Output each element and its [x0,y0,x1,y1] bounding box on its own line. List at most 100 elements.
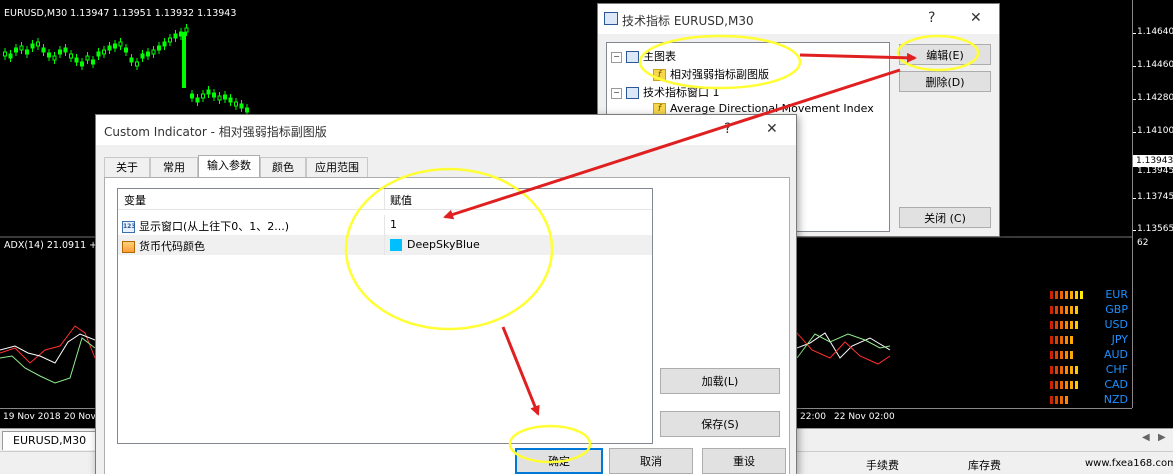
tree-node-main-chart[interactable]: − 主图表 [611,48,676,64]
candle [63,44,68,56]
ok-button[interactable]: 确定 [515,448,603,474]
strength-bar [1075,321,1078,329]
scroll-right-icon[interactable]: ▶ [1158,432,1166,443]
strength-bar [1065,321,1068,329]
tab-visualization[interactable]: 应用范围 [306,157,368,177]
time-label: 19 Nov 2018 [3,412,61,422]
close-icon[interactable]: ✕ [766,121,778,137]
candle [223,91,227,103]
cancel-button[interactable]: 取消 [609,448,693,474]
currency-label: GBP [1105,303,1128,316]
price-label: 1.14100 [1137,126,1173,136]
candle [118,38,123,50]
strength-bar [1060,366,1063,374]
strength-bar [1055,291,1058,299]
strength-bar [1065,396,1068,404]
strength-bar [1075,366,1078,374]
currency-row: USD [1050,318,1130,332]
tree-item-rsi-subwindow[interactable]: f 相对强弱指标副图版 [653,66,769,82]
candle [228,94,233,106]
column-header-value[interactable]: 赋值 [390,192,412,208]
candle [8,50,13,62]
candle [47,49,51,61]
price-axis[interactable]: 1.14640 1.14460 1.14280 1.14100 1.13945 … [1132,0,1173,408]
candle [182,32,186,88]
strength-bar [1050,321,1053,329]
load-button[interactable]: 加载(L) [660,368,780,394]
tab-about[interactable]: 关于 [104,157,150,177]
current-price-tag: 1.13943 [1133,155,1173,167]
swap-column-header[interactable]: 库存费 [968,457,1001,473]
tab-colors[interactable]: 颜色 [260,157,306,177]
strength-bar [1060,381,1063,389]
time-label: 22:00 [800,412,826,422]
param-value-input[interactable]: 1 [390,218,397,231]
custom-dialog-titlebar[interactable]: Custom Indicator - 相对强弱指标副图版 ? ✕ [96,115,796,145]
help-icon[interactable]: ? [724,121,731,137]
strength-bar [1070,381,1073,389]
strength-bar [1065,336,1068,344]
currency-row: AUD [1050,348,1130,362]
currency-label: AUD [1103,348,1128,361]
strength-bar [1075,306,1078,314]
currency-row: CAD [1050,378,1130,392]
indicators-dialog-titlebar[interactable]: 技术指标 EURUSD,M30 ? ✕ [598,4,999,34]
strength-bar [1050,396,1053,404]
commission-column-header[interactable]: 手续费 [866,457,899,473]
save-button[interactable]: 保存(S) [660,411,780,437]
candle [190,90,194,102]
candle [124,44,128,56]
candle [140,50,145,62]
delete-button[interactable]: 删除(D) [899,71,991,92]
candle [195,94,200,106]
reset-button[interactable]: 重设 [702,448,786,474]
edit-button[interactable]: 编辑(E) [899,44,991,65]
price-label: 1.13945 [1137,166,1173,176]
currency-row: JPY [1050,333,1130,347]
collapse-icon[interactable]: − [611,51,622,63]
price-label: 1.13565 [1137,224,1173,234]
param-color-select[interactable]: DeepSkyBlue [390,238,480,251]
close-button[interactable]: 关闭 (C) [899,207,991,228]
strength-bar [1055,306,1058,314]
currency-label: CHF [1105,363,1128,376]
collapse-icon[interactable]: − [611,87,622,99]
custom-indicator-dialog: Custom Indicator - 相对强弱指标副图版 ? ✕ 关于 常用 输… [95,114,797,474]
currency-label: JPY [1111,333,1128,346]
column-header-variable[interactable]: 变量 [124,192,146,208]
tab-inputs[interactable]: 输入参数 [198,155,260,178]
candle [151,46,156,58]
param-row-currency-color[interactable]: 货币代码颜色 DeepSkyBlue [118,235,652,255]
strength-bar [1060,291,1063,299]
watermark: www.fxea168.com [1085,458,1173,469]
strength-bar [1080,291,1083,299]
strength-bar [1050,351,1053,359]
strength-bar [1070,336,1073,344]
strength-bar [1070,351,1073,359]
tab-common[interactable]: 常用 [150,157,198,177]
strength-bar [1050,306,1053,314]
tree-node-window1[interactable]: − 技术指标窗口 1 [611,84,720,100]
adx-header: ADX(14) 21.0911 +D [4,240,105,251]
mt4-window: EURUSD,M30 1.13947 1.13951 1.13932 1.139… [0,0,1173,474]
chart-tab-eurusd[interactable]: EURUSD,M30 [2,431,98,450]
candle [74,54,79,66]
subwindow-max-label: 62 [1137,238,1149,248]
strength-bar [1055,381,1058,389]
help-icon[interactable]: ? [928,10,935,26]
currency-row: GBP [1050,303,1130,317]
param-row-display-window[interactable]: 123 显示窗口(从上往下0、1、2...) 1 [118,215,652,235]
param-variable-cell: 货币代码颜色 [122,238,205,254]
scroll-left-icon[interactable]: ◀ [1142,432,1150,443]
candle [25,46,29,58]
close-icon[interactable]: ✕ [970,10,982,26]
inputs-tab-page: 变量 赋值 123 显示窗口(从上往下0、1、2...) 1 货币代码颜色 Dee… [104,177,790,474]
strength-bar [1050,366,1053,374]
tree-label: 技术指标窗口 1 [643,86,720,99]
candle [69,50,73,62]
strength-bar [1075,291,1078,299]
strength-bar [1070,321,1073,329]
strength-bar [1055,366,1058,374]
candle [41,44,46,56]
candle [217,92,222,104]
